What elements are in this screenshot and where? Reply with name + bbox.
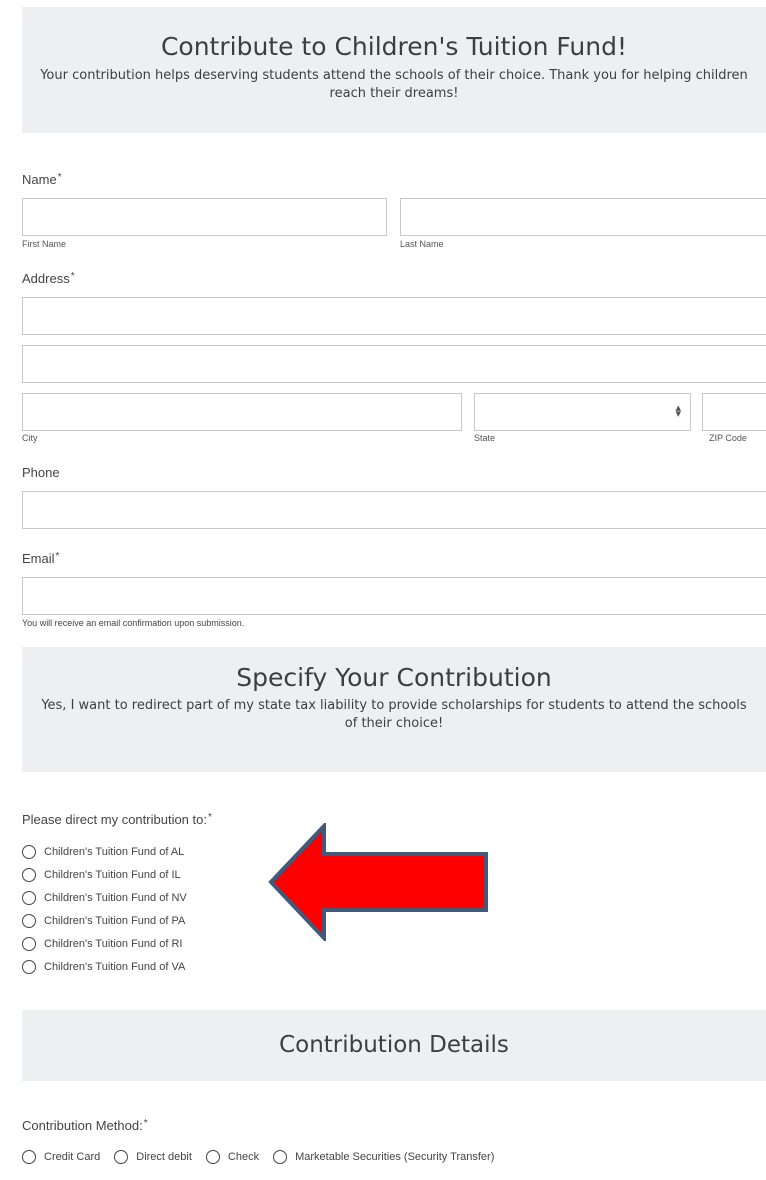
direct-contribution-label: Please direct my contribution to:* — [22, 812, 212, 827]
method-option-label: Check — [227, 1151, 260, 1163]
method-label: Contribution Method:* — [22, 1118, 148, 1133]
page-title: Contribute to Children's Tuition Fund! — [160, 32, 628, 61]
fund-option-label: Children's Tuition Fund of PA — [44, 915, 186, 927]
header-banner: Contribute to Children's Tuition Fund! Y… — [22, 7, 766, 133]
last-name-sublabel: Last Name — [400, 239, 444, 249]
details-banner: Contribution Details — [22, 1010, 766, 1081]
email-note: You will receive an email confirmation u… — [22, 618, 245, 628]
first-name-input[interactable] — [22, 198, 387, 236]
contribution-subtitle: Yes, I want to redirect part of my state… — [41, 698, 747, 731]
zip-code-input[interactable] — [702, 393, 766, 431]
state-sublabel: State — [474, 433, 496, 443]
method-option-label: Marketable Securities (Security Transfer… — [295, 1151, 495, 1163]
city-input[interactable] — [22, 393, 462, 431]
red-arrow-left-icon — [268, 823, 488, 941]
contribution-banner: Specify Your Contribution Yes, I want to… — [22, 647, 766, 772]
email-input[interactable] — [22, 577, 766, 615]
radio-icon[interactable] — [22, 868, 36, 882]
method-credit-card[interactable]: Credit Card — [22, 1150, 100, 1164]
page-subtitle: Your contribution helps deserving studen… — [40, 68, 748, 101]
details-title: Contribution Details — [279, 1032, 509, 1058]
fund-option-va[interactable]: Children's Tuition Fund of VA — [22, 960, 185, 974]
fund-option-label: Children's Tuition Fund of RI — [44, 938, 183, 950]
fund-option-il[interactable]: Children's Tuition Fund of IL — [22, 868, 181, 882]
radio-icon[interactable] — [22, 891, 36, 905]
fund-option-al[interactable]: Children's Tuition Fund of AL — [22, 845, 184, 859]
contribution-title: Specify Your Contribution — [236, 663, 552, 692]
fund-option-nv[interactable]: Children's Tuition Fund of NV — [22, 891, 187, 905]
address-line1-input[interactable] — [22, 297, 766, 335]
address-label: Address* — [22, 271, 75, 286]
radio-icon[interactable] — [22, 937, 36, 951]
last-name-input[interactable] — [400, 198, 766, 236]
fund-option-pa[interactable]: Children's Tuition Fund of PA — [22, 914, 185, 928]
select-updown-icon: ▴ ▾ — [675, 402, 681, 420]
method-securities[interactable]: Marketable Securities (Security Transfer… — [273, 1150, 494, 1164]
radio-icon[interactable] — [22, 960, 36, 974]
method-option-label: Direct debit — [136, 1151, 192, 1163]
radio-icon[interactable] — [22, 1150, 36, 1164]
method-check[interactable]: Check — [205, 1150, 260, 1164]
phone-label: Phone — [22, 465, 60, 480]
radio-icon[interactable] — [205, 1150, 220, 1164]
city-sublabel: City — [22, 433, 38, 443]
fund-option-label: Children's Tuition Fund of NV — [44, 892, 187, 904]
name-label: Name* — [22, 172, 62, 187]
radio-icon[interactable] — [22, 914, 36, 928]
fund-option-label: Children's Tuition Fund of AL — [44, 846, 185, 858]
method-option-label: Credit Card — [44, 1151, 101, 1163]
email-label: Email* — [22, 551, 60, 566]
fund-option-ri[interactable]: Children's Tuition Fund of RI — [22, 937, 182, 951]
state-select[interactable]: ▴ ▾ — [474, 393, 691, 431]
first-name-sublabel: First Name — [22, 239, 67, 249]
method-direct-debit[interactable]: Direct debit — [114, 1150, 192, 1164]
radio-icon[interactable] — [114, 1150, 129, 1164]
radio-icon[interactable] — [273, 1150, 288, 1164]
zip-sublabel: ZIP Code — [709, 433, 747, 443]
method-options: Credit Card Direct debit Check Marketabl… — [22, 1150, 508, 1164]
address-line2-input[interactable] — [22, 345, 766, 383]
fund-option-label: Children's Tuition Fund of VA — [44, 961, 186, 973]
fund-option-label: Children's Tuition Fund of IL — [44, 869, 181, 881]
phone-input[interactable] — [22, 491, 766, 529]
radio-icon[interactable] — [22, 845, 36, 859]
